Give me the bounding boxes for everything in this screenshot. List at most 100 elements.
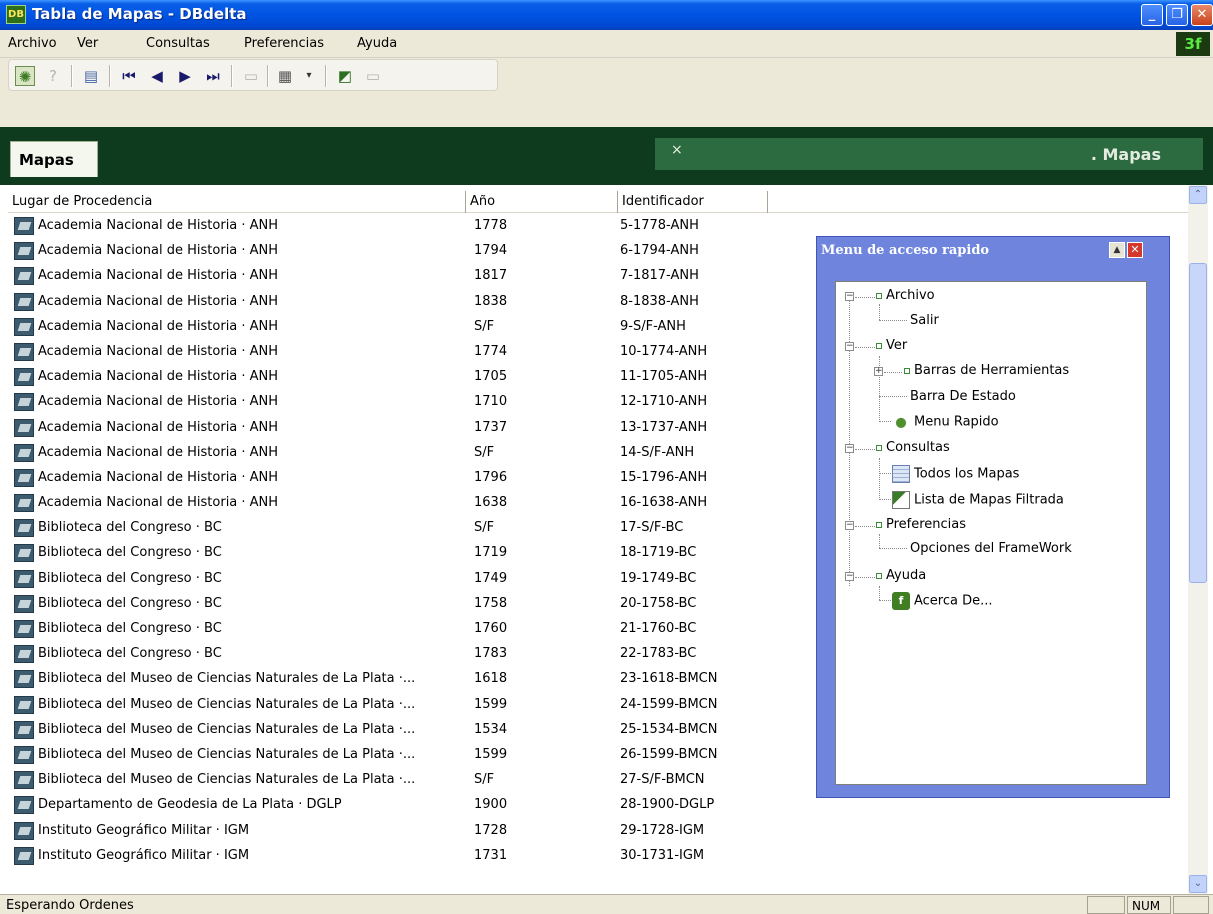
table-row[interactable]: Academia Nacional de Historia · ANH 1705 1…	[8, 365, 768, 390]
table-row[interactable]: Instituto Geográfico Militar · IGM 1728 29…	[8, 819, 768, 844]
table-row[interactable]: Academia Nacional de Historia · ANH S/F 14…	[8, 441, 768, 466]
table-row[interactable]: Biblioteca del Congreso · BC 1758 20-1758-…	[8, 592, 768, 617]
dropdown-icon[interactable]: ▾	[299, 66, 319, 86]
close-icon[interactable]: ×	[671, 142, 683, 158]
table-row[interactable]: Academia Nacional de Historia · ANH 1710 1…	[8, 390, 768, 415]
cell-lugar: Academia Nacional de Historia · ANH	[38, 293, 279, 309]
filter-icon[interactable]: ◩	[335, 66, 355, 86]
tree-node-consultas[interactable]: Consultas	[876, 440, 950, 455]
tree-node-acerca[interactable]: f Acerca De...	[892, 592, 993, 610]
minimize-button[interactable]: _	[1141, 4, 1163, 26]
expand-icon[interactable]: +	[874, 367, 883, 376]
restore-button[interactable]: ❐	[1166, 4, 1188, 26]
close-button[interactable]: ✕	[1191, 4, 1213, 26]
table-row[interactable]: Biblioteca del Congreso · BC 1783 22-1783-…	[8, 642, 768, 667]
tree-node-archivo[interactable]: Archivo	[876, 288, 935, 303]
last-record-icon[interactable]: ⏭	[203, 66, 223, 86]
cell-ano: 1618	[474, 671, 508, 687]
vertical-scrollbar[interactable]: ⌃ ⌄	[1188, 185, 1208, 894]
table-row[interactable]: Biblioteca del Museo de Ciencias Natural…	[8, 718, 768, 743]
table-row[interactable]: Academia Nacional de Historia · ANH 1778 5…	[8, 214, 768, 239]
tree-node-opciones[interactable]: Opciones del FrameWork	[910, 541, 1072, 556]
menu-ayuda[interactable]: Ayuda	[357, 36, 397, 51]
table-icon[interactable]: ▤	[81, 66, 101, 86]
table-row[interactable]: Instituto Geográfico Militar · IGM 1731 30…	[8, 844, 768, 869]
cell-lugar: Biblioteca del Congreso · BC	[38, 545, 222, 561]
table-row[interactable]: Biblioteca del Congreso · BC 1719 18-1719-…	[8, 541, 768, 566]
title-bar[interactable]: DB Tabla de Mapas - DBdelta _ ❐ ✕	[0, 0, 1213, 30]
tree-node-ver[interactable]: Ver	[876, 338, 907, 353]
toolbar-separator	[325, 65, 327, 87]
menu-ver[interactable]: Ver	[77, 36, 98, 51]
cell-identificador: 16-1638-ANH	[620, 495, 708, 511]
cell-lugar: Biblioteca del Congreso · BC	[38, 646, 222, 662]
tree-node-preferencias[interactable]: Preferencias	[876, 517, 966, 532]
app-icon[interactable]: DB	[6, 5, 26, 24]
cell-identificador: 14-S/F-ANH	[620, 444, 695, 460]
cell-ano: 1719	[474, 545, 508, 561]
tree-node-barras[interactable]: Barras de Herramientas	[904, 363, 1069, 378]
table-row[interactable]: Academia Nacional de Historia · ANH 1774 1…	[8, 340, 768, 365]
scroll-down-icon[interactable]: ⌄	[1189, 875, 1207, 893]
column-header-lugar[interactable]: Lugar de Procedencia	[8, 191, 466, 213]
table-row[interactable]: Biblioteca del Congreso · BC S/F 17-S/F-BC	[8, 516, 768, 541]
table-row[interactable]: Academia Nacional de Historia · ANH 1838 8…	[8, 290, 768, 315]
tab-mapas[interactable]: Mapas	[10, 141, 98, 177]
tree-node-todos-mapas[interactable]: Todos los Mapas	[892, 465, 1019, 483]
next-record-icon[interactable]: ▶	[175, 66, 195, 86]
quick-menu-minimize-icon[interactable]: ▲	[1109, 242, 1125, 258]
panel-header: × . Mapas	[655, 138, 1203, 170]
table-row[interactable]: Biblioteca del Museo de Ciencias Natural…	[8, 667, 768, 692]
scroll-thumb[interactable]	[1189, 263, 1207, 583]
map-icon	[14, 594, 34, 613]
table-row[interactable]: Biblioteca del Museo de Ciencias Natural…	[8, 768, 768, 793]
table-row[interactable]: Academia Nacional de Historia · ANH 1794 6…	[8, 239, 768, 264]
status-num: NUM	[1127, 896, 1171, 914]
scroll-up-icon[interactable]: ⌃	[1189, 186, 1207, 204]
table-row[interactable]: Biblioteca del Congreso · BC 1760 21-1760-…	[8, 617, 768, 642]
collapse-icon[interactable]: −	[845, 572, 854, 581]
map-icon	[14, 468, 34, 487]
cell-lugar: Biblioteca del Congreso · BC	[38, 595, 222, 611]
table-row[interactable]: Academia Nacional de Historia · ANH 1796 1…	[8, 466, 768, 491]
table-row[interactable]: Biblioteca del Congreso · BC 1749 19-1749-…	[8, 567, 768, 592]
column-header-ano[interactable]: Año	[466, 191, 618, 213]
tree-node-salir[interactable]: Salir	[910, 313, 939, 328]
tree-label: Archivo	[886, 288, 935, 303]
cell-ano: 1817	[474, 268, 508, 284]
cell-identificador: 20-1758-BC	[620, 595, 697, 611]
table-row[interactable]: Biblioteca del Museo de Ciencias Natural…	[8, 743, 768, 768]
table-row[interactable]: Academia Nacional de Historia · ANH 1638 1…	[8, 491, 768, 516]
map-icon	[14, 418, 34, 437]
collapse-icon[interactable]: −	[845, 444, 854, 453]
tree-label: Ayuda	[886, 568, 927, 583]
menu-rapido-icon[interactable]: ✺	[15, 66, 35, 86]
tree-node-lista-filtrada[interactable]: Lista de Mapas Filtrada	[892, 491, 1064, 509]
collapse-icon[interactable]: −	[845, 342, 854, 351]
grid-view-icon[interactable]: ▦	[275, 66, 295, 86]
first-record-icon[interactable]: ⏮	[119, 66, 139, 86]
tree-label: Barras de Herramientas	[914, 363, 1070, 378]
collapse-icon[interactable]: −	[845, 292, 854, 301]
column-header-identificador[interactable]: Identificador	[618, 191, 768, 213]
prev-record-icon[interactable]: ◀	[147, 66, 167, 86]
table-row[interactable]: Academia Nacional de Historia · ANH 1817 7…	[8, 264, 768, 289]
cell-lugar: Instituto Geográfico Militar · IGM	[38, 822, 250, 838]
table-row[interactable]: Academia Nacional de Historia · ANH S/F 9-…	[8, 315, 768, 340]
table-row[interactable]: Biblioteca del Museo de Ciencias Natural…	[8, 693, 768, 718]
help-icon[interactable]: ?	[43, 66, 63, 86]
menu-consultas[interactable]: Consultas	[146, 36, 210, 51]
table-row[interactable]: Departamento de Geodesia de La Plata · D…	[8, 793, 768, 818]
collapse-icon[interactable]: −	[845, 521, 854, 530]
blank-icon[interactable]: ▭	[241, 66, 261, 86]
tree-node-ayuda[interactable]: Ayuda	[876, 568, 926, 583]
table-row[interactable]: Academia Nacional de Historia · ANH 1737 1…	[8, 416, 768, 441]
menu-preferencias[interactable]: Preferencias	[244, 36, 324, 51]
quick-menu-window[interactable]: Menu de acceso rapido ▲ ✕ − Archivo Sali…	[816, 236, 1170, 798]
quick-menu-close-icon[interactable]: ✕	[1127, 242, 1143, 258]
disabled-icon[interactable]: ▭	[363, 66, 383, 86]
grid-header: Lugar de Procedencia Año Identificador	[8, 191, 1188, 213]
tree-node-menu-rapido[interactable]: Menu Rapido	[892, 413, 999, 431]
tree-node-barra-estado[interactable]: Barra De Estado	[910, 389, 1016, 404]
menu-archivo[interactable]: Archivo	[8, 36, 57, 51]
